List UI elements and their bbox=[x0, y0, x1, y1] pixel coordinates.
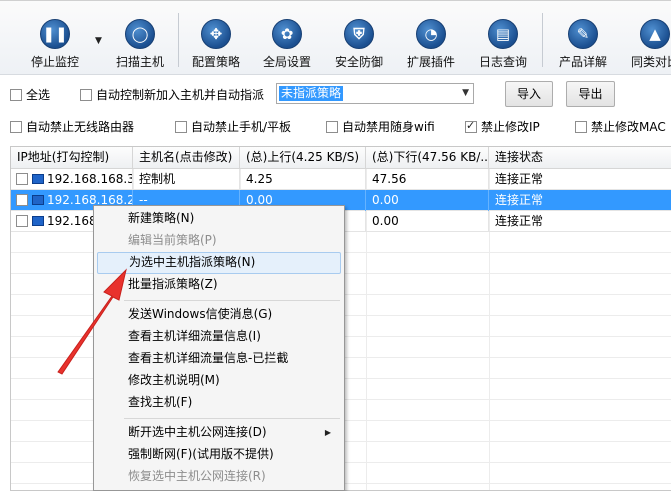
checkbox-box[interactable] bbox=[10, 121, 22, 133]
pie-icon: ◔ bbox=[416, 19, 446, 49]
table-row[interactable]: 192.168.168.3 控制机 4.25 47.56 连接正常 bbox=[11, 169, 671, 190]
ban-phone-tablet-label: 自动禁止手机/平板 bbox=[191, 120, 292, 134]
column-header-ip[interactable]: IP地址(打勾控制) bbox=[11, 147, 133, 169]
search-icon: ◯ bbox=[125, 19, 155, 49]
menu-item-find-host[interactable]: 查找主机(F) bbox=[97, 392, 341, 414]
menu-item-restore-internet[interactable]: 恢复选中主机公网连接(R) bbox=[97, 466, 341, 488]
computer-icon bbox=[32, 174, 44, 184]
table-header: IP地址(打勾控制) 主机名(点击修改) (总)上行(4.25 KB/S) (总… bbox=[11, 147, 671, 169]
column-header-upload[interactable]: (总)上行(4.25 KB/S) bbox=[240, 147, 366, 169]
auto-control-checkbox[interactable]: 自动控制新加入主机并自动指派 bbox=[80, 86, 264, 103]
context-menu: 新建策略(N) 编辑当前策略(P) 为选中主机指派策略(N) 批量指派策略(Z)… bbox=[93, 205, 345, 491]
comparison-button[interactable]: ▲ 同类对比 bbox=[626, 11, 671, 69]
chevron-down-icon[interactable]: ▼ bbox=[462, 88, 469, 98]
ban-portable-wifi-label: 自动禁用随身wifi bbox=[342, 120, 435, 134]
security-defense-label: 安全防御 bbox=[334, 55, 383, 69]
ban-portable-wifi-checkbox[interactable]: 自动禁用随身wifi bbox=[326, 118, 435, 135]
menu-separator bbox=[124, 300, 340, 301]
log-query-button[interactable]: ▤ 日志查询 bbox=[474, 11, 532, 69]
row-checkbox[interactable] bbox=[16, 194, 28, 206]
ban-wireless-router-label: 自动禁止无线路由器 bbox=[26, 120, 135, 134]
config-icon: ✥ bbox=[201, 19, 231, 49]
ip-cell: 192.168.168.3 bbox=[11, 169, 133, 190]
select-all-label: 全选 bbox=[26, 88, 51, 102]
ip-value: 192.168.168.3 bbox=[47, 172, 133, 186]
global-settings-button[interactable]: ✿ 全局设置 bbox=[258, 11, 316, 69]
menu-item-assign-strategy[interactable]: 为选中主机指派策略(N) bbox=[97, 252, 341, 274]
shield-icon: ⛨ bbox=[344, 19, 374, 49]
menu-item-view-traffic-blocked[interactable]: 查看主机详细流量信息-已拦截 bbox=[97, 348, 341, 370]
ban-wireless-router-checkbox[interactable]: 自动禁止无线路由器 bbox=[10, 118, 134, 135]
toolbar-divider bbox=[542, 13, 543, 67]
config-strategy-button[interactable]: ✥ 配置策略 bbox=[187, 11, 245, 69]
checkbox-box[interactable] bbox=[10, 89, 22, 101]
export-button[interactable]: 导出 bbox=[566, 81, 615, 107]
checkbox-box[interactable] bbox=[80, 89, 92, 101]
product-details-label: 产品详解 bbox=[558, 55, 607, 69]
menu-item-edit-strategy[interactable]: 编辑当前策略(P) bbox=[97, 230, 341, 252]
status-cell: 连接正常 bbox=[495, 193, 544, 207]
strategy-selected-value: 未指派策略 bbox=[279, 86, 344, 101]
status-cell: 连接正常 bbox=[495, 214, 544, 228]
log-query-label: 日志查询 bbox=[478, 55, 527, 69]
hostname-cell[interactable]: 控制机 bbox=[133, 169, 240, 190]
row-checkbox[interactable] bbox=[16, 173, 28, 185]
download-cell: 0.00 bbox=[366, 211, 489, 232]
computer-icon bbox=[32, 216, 44, 226]
gear-icon: ✿ bbox=[272, 19, 302, 49]
graduation-icon: ▲ bbox=[640, 19, 670, 49]
extension-plugins-label: 扩展插件 bbox=[406, 55, 455, 69]
menu-item-new-strategy[interactable]: 新建策略(N) bbox=[97, 208, 341, 230]
select-all-checkbox[interactable]: 全选 bbox=[10, 86, 50, 103]
menu-item-send-message[interactable]: 发送Windows信使消息(G) bbox=[97, 304, 341, 326]
pencil-icon: ✎ bbox=[568, 19, 598, 49]
menu-item-view-traffic[interactable]: 查看主机详细流量信息(I) bbox=[97, 326, 341, 348]
ban-modify-mac-label: 禁止修改MAC bbox=[591, 120, 666, 134]
ban-phone-tablet-checkbox[interactable]: 自动禁止手机/平板 bbox=[175, 118, 291, 135]
import-button[interactable]: 导入 bbox=[505, 81, 553, 107]
menu-item-edit-description[interactable]: 修改主机说明(M) bbox=[97, 370, 341, 392]
scan-host-label: 扫描主机 bbox=[115, 55, 164, 69]
global-settings-label: 全局设置 bbox=[262, 55, 311, 69]
stop-monitor-label: 停止监控 bbox=[30, 55, 79, 69]
checkbox-box[interactable] bbox=[326, 121, 338, 133]
auto-control-label: 自动控制新加入主机并自动指派 bbox=[96, 88, 265, 102]
status-cell: 连接正常 bbox=[495, 172, 544, 186]
submenu-arrow-icon: ▶ bbox=[324, 428, 331, 437]
comparison-label: 同类对比 bbox=[630, 55, 671, 69]
menu-separator bbox=[124, 418, 340, 419]
column-header-hostname[interactable]: 主机名(点击修改) bbox=[133, 147, 240, 169]
checkbox-box[interactable] bbox=[175, 121, 187, 133]
scan-host-button[interactable]: ◯ 扫描主机 bbox=[111, 11, 169, 69]
menu-item-label: 断开选中主机公网连接(D) bbox=[128, 425, 267, 439]
menu-item-force-disconnect[interactable]: 强制断网(F)(试用版不提供) bbox=[97, 444, 341, 466]
log-icon: ▤ bbox=[488, 19, 518, 49]
row-checkbox[interactable] bbox=[16, 215, 28, 227]
product-details-button[interactable]: ✎ 产品详解 bbox=[554, 11, 612, 69]
ip-value: 192.168 bbox=[47, 214, 97, 228]
menu-item-batch-assign[interactable]: 批量指派策略(Z) bbox=[97, 274, 341, 296]
chevron-down-icon[interactable]: ▼ bbox=[95, 36, 102, 46]
upload-cell: 4.25 bbox=[240, 169, 366, 190]
checkbox-box[interactable] bbox=[575, 121, 587, 133]
checkbox-box-checked[interactable] bbox=[465, 119, 477, 133]
download-cell: 47.56 bbox=[366, 169, 489, 190]
download-cell: 0.00 bbox=[366, 190, 489, 211]
column-header-download[interactable]: (总)下行(47.56 KB/... bbox=[366, 147, 489, 169]
extension-plugins-button[interactable]: ◔ 扩展插件 bbox=[402, 11, 460, 69]
stop-monitor-button[interactable]: ❚❚ 停止监控 bbox=[26, 11, 84, 69]
ban-modify-ip-label: 禁止修改IP bbox=[481, 120, 540, 134]
ban-modify-ip-checkbox[interactable]: 禁止修改IP bbox=[465, 118, 540, 135]
pause-icon: ❚❚ bbox=[40, 19, 70, 49]
column-header-status[interactable]: 连接状态 bbox=[489, 147, 671, 169]
config-strategy-label: 配置策略 bbox=[191, 55, 240, 69]
menu-item-disconnect-internet[interactable]: 断开选中主机公网连接(D) ▶ bbox=[97, 422, 341, 444]
ban-modify-mac-checkbox[interactable]: 禁止修改MAC bbox=[575, 118, 666, 135]
computer-icon bbox=[32, 195, 44, 205]
strategy-select[interactable]: 未指派策略 ▼ bbox=[276, 83, 474, 104]
security-defense-button[interactable]: ⛨ 安全防御 bbox=[330, 11, 388, 69]
toolbar-divider bbox=[178, 13, 179, 67]
toolbar: ❚❚ 停止监控 ▼ ◯ 扫描主机 ✥ 配置策略 ✿ 全局设置 ⛨ 安全防御 ◔ … bbox=[0, 0, 671, 75]
